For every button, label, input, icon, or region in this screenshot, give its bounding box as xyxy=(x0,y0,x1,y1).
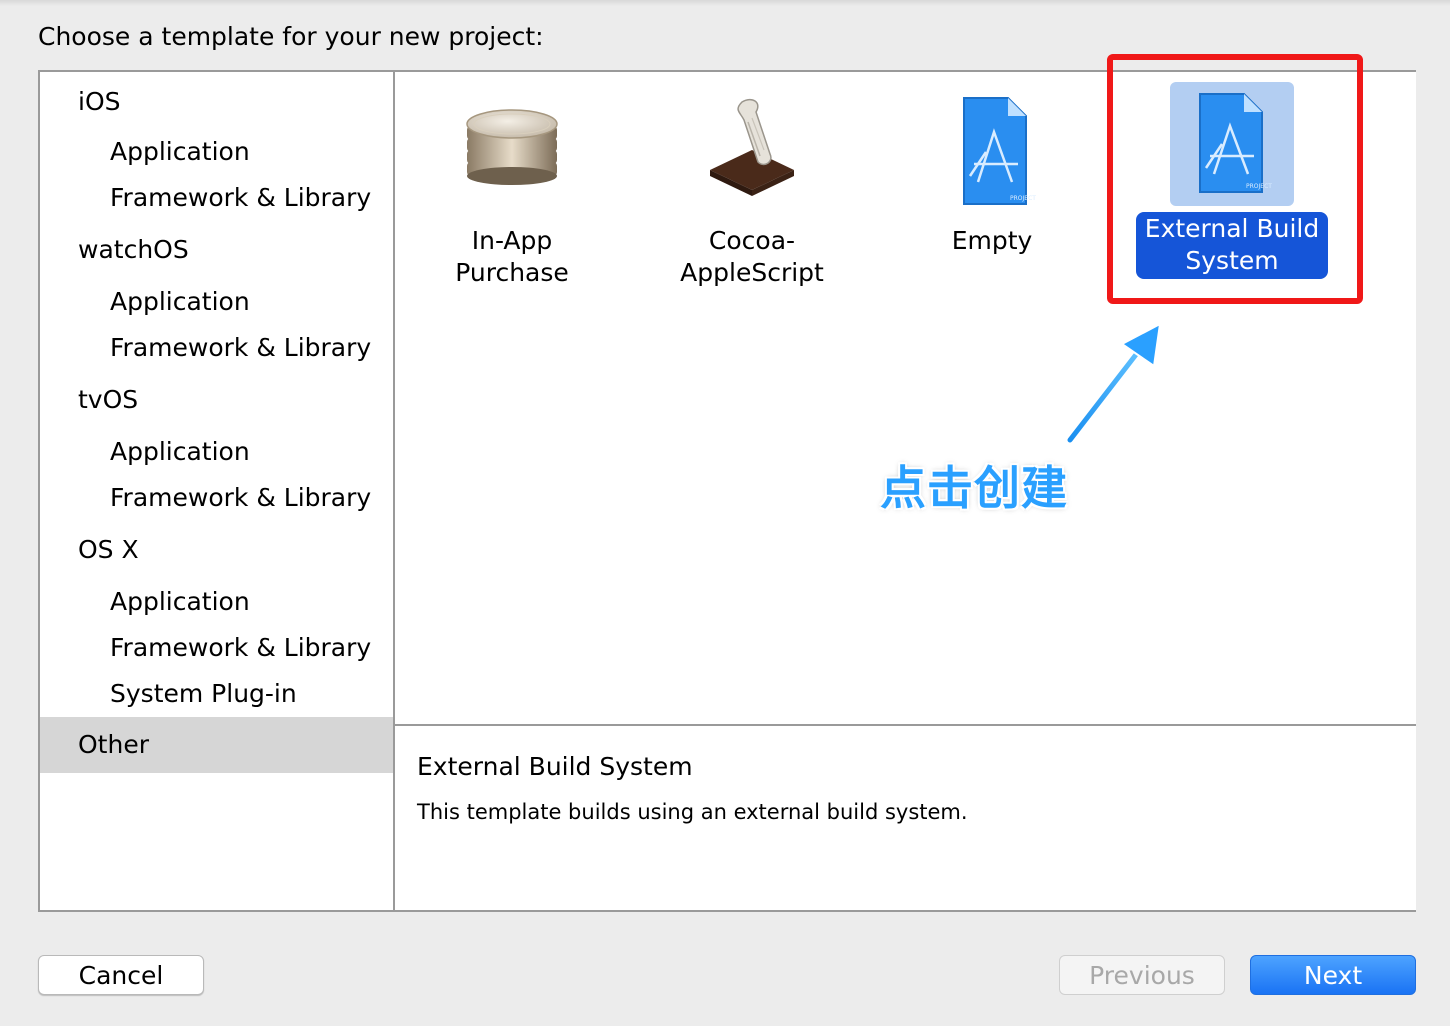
next-button[interactable]: Next xyxy=(1250,955,1416,995)
arrow-icon xyxy=(1065,322,1162,445)
template-cocoa-applescript[interactable]: Cocoa- AppleScript xyxy=(647,92,857,291)
description-title: External Build System xyxy=(417,752,693,781)
template-in-app-purchase[interactable]: In-App Purchase xyxy=(407,92,617,291)
applescript-scroll-icon xyxy=(690,92,814,216)
sidebar-item-watchos-application[interactable]: Application xyxy=(40,282,393,322)
sidebar-item-tvos-application[interactable]: Application xyxy=(40,432,393,472)
template-label: In-App Purchase xyxy=(449,224,575,291)
sidebar-item-watchos-framework-library[interactable]: Framework & Library xyxy=(40,328,393,368)
sidebar-item-osx-system-plugin[interactable]: System Plug-in xyxy=(40,674,393,714)
template-label-line1: Cocoa- xyxy=(708,226,796,255)
template-label-line2: AppleScript xyxy=(680,258,824,287)
template-label: Empty xyxy=(946,224,1039,259)
template-description: External Build System This template buil… xyxy=(395,726,1416,910)
svg-text:PROJECT: PROJECT xyxy=(1010,195,1036,202)
cancel-button[interactable]: Cancel xyxy=(38,955,204,995)
coins-icon xyxy=(450,92,574,216)
sidebar-item-ios-application[interactable]: Application xyxy=(40,132,393,172)
xcode-project-icon: PROJECT xyxy=(930,92,1054,216)
new-project-dialog: Choose a template for your new project: … xyxy=(0,0,1450,1026)
sidebar-item-osx[interactable]: OS X xyxy=(40,530,393,570)
sidebar-item-tvos-framework-library[interactable]: Framework & Library xyxy=(40,478,393,518)
sidebar-item-osx-application[interactable]: Application xyxy=(40,582,393,622)
sidebar-item-ios[interactable]: iOS xyxy=(40,82,393,122)
template-label-line1: In-App xyxy=(471,226,553,255)
sidebar-item-ios-framework-library[interactable]: Framework & Library xyxy=(40,178,393,218)
highlight-box xyxy=(1107,54,1363,304)
dialog-prompt: Choose a template for your new project: xyxy=(38,22,544,51)
sidebar-item-tvos[interactable]: tvOS xyxy=(40,380,393,420)
platform-sidebar: iOS Application Framework & Library watc… xyxy=(40,72,395,910)
template-empty[interactable]: PROJECT Empty xyxy=(887,92,1097,259)
template-label-line1: Empty xyxy=(951,226,1033,255)
sidebar-item-osx-framework-library[interactable]: Framework & Library xyxy=(40,628,393,668)
annotation-label: 点击创建 xyxy=(880,461,1068,515)
template-label: Cocoa- AppleScript xyxy=(674,224,830,291)
previous-button[interactable]: Previous xyxy=(1059,955,1225,995)
window-top-edge xyxy=(0,0,1450,6)
description-text: This template builds using an external b… xyxy=(417,800,968,824)
sidebar-item-watchos[interactable]: watchOS xyxy=(40,230,393,270)
template-label-line2: Purchase xyxy=(455,258,569,287)
sidebar-item-other[interactable]: Other xyxy=(40,717,393,773)
